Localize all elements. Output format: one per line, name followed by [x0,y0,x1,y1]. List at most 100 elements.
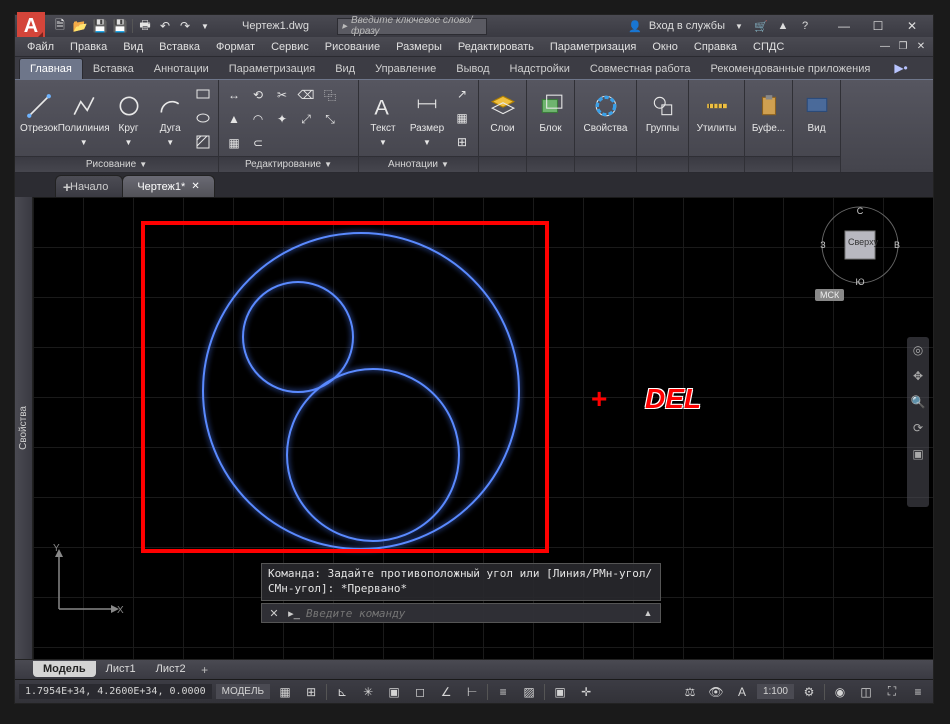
hatch-icon[interactable] [192,131,214,153]
coordinates-readout[interactable]: 1.7954E+34, 4.2600E+34, 0.0000 [19,684,212,699]
dynamic-input-icon[interactable]: ✛ [575,682,597,702]
menu-draw[interactable]: Рисование [319,39,386,55]
transparency-icon[interactable]: ▨ [518,682,540,702]
ribbon-tab-addins[interactable]: Надстройки [500,59,580,79]
menu-service[interactable]: Сервис [265,39,315,55]
rectangle-icon[interactable] [192,83,214,105]
leader-icon[interactable]: ↗ [451,83,473,105]
signin-link[interactable]: Вход в службы [649,20,725,32]
isodraft-icon[interactable]: ▣ [383,682,405,702]
ribbon-tab-manage[interactable]: Управление [365,59,446,79]
ribbon-tab-home[interactable]: Главная [19,58,83,79]
cmd-menu-icon[interactable]: ▲ [640,605,656,621]
annotation-scale-icon[interactable]: ⚖ [679,682,701,702]
grid-toggle-icon[interactable]: ▦ [274,682,296,702]
menu-file[interactable]: Файл [21,39,60,55]
search-input[interactable]: ▸Введите ключевое слово/фразу [337,18,487,35]
signin-dropdown-icon[interactable]: ▼ [731,18,747,34]
fillet-icon[interactable]: ◠ [247,108,269,130]
wcs-label[interactable]: МСК [815,289,844,301]
ribbon-tab-view[interactable]: Вид [325,59,365,79]
close-button[interactable]: ✕ [895,15,929,37]
copy-icon[interactable]: ⿻ [319,84,341,106]
move-icon[interactable]: ↔ [223,84,245,106]
selection-cycling-icon[interactable]: ▣ [549,682,571,702]
mtext-icon[interactable]: ⊞ [451,131,473,153]
stretch-icon[interactable]: ⤢ [295,108,317,130]
cmd-close-icon[interactable]: ✕ [266,605,282,621]
help-icon[interactable]: ? [797,18,813,34]
menu-spds[interactable]: СПДС [747,39,790,55]
maximize-button[interactable]: ☐ [861,15,895,37]
menu-format[interactable]: Формат [210,39,261,55]
utilities-button[interactable]: Утилиты [693,87,740,149]
qat-saveas-icon[interactable]: 💾 [111,17,129,35]
properties-palette-tab[interactable]: Свойства [15,197,33,659]
nav-showmotion-icon[interactable]: ▣ [909,445,927,463]
autodesk-icon[interactable]: ▲ [775,18,791,34]
ribbon-tab-collaborate[interactable]: Совместная работа [580,59,701,79]
qat-dropdown-icon[interactable]: ▼ [196,17,214,35]
doc-tab-drawing1[interactable]: Чертеж1*✕ [122,175,214,197]
groups-button[interactable]: Группы [641,87,684,149]
line-button[interactable]: Отрезок [19,87,59,149]
hardware-accel-icon[interactable]: ◉ [829,682,851,702]
command-input[interactable] [306,607,636,620]
ribbon-help-icon[interactable]: ▶• [886,57,915,79]
cart-icon[interactable]: 🛒 [753,18,769,34]
nav-wheel-icon[interactable]: ◎ [909,341,927,359]
menu-insert[interactable]: Вставка [153,39,206,55]
autoscale-icon[interactable]: A [731,682,753,702]
menu-param[interactable]: Параметризация [544,39,642,55]
offset-icon[interactable]: ⊂ [247,132,269,154]
qat-new-icon[interactable]: 🗎 [51,17,69,35]
text-button[interactable]: A Текст▼ [363,87,403,149]
qat-redo-icon[interactable]: ↷ [176,17,194,35]
drawing-canvas[interactable]: + DEL Y X С Ю В З Сверху МСК ◎ ✥ 🔍 ⟳ ▣ К… [33,197,933,659]
isolate-objects-icon[interactable]: ◫ [855,682,877,702]
properties-button[interactable]: Свойства [579,87,632,149]
ribbon-tab-insert[interactable]: Вставка [83,59,144,79]
customize-status-icon[interactable]: ≡ [907,682,929,702]
snap-toggle-icon[interactable]: ⊞ [300,682,322,702]
layout2-tab[interactable]: Лист2 [146,661,196,677]
array-icon[interactable]: ▦ [223,132,245,154]
nav-pan-icon[interactable]: ✥ [909,367,927,385]
model-tab[interactable]: Модель [33,661,96,677]
annotation-visibility-icon[interactable]: 👁 [705,682,727,702]
command-line[interactable]: ✕ ▸_ ▲ [261,603,661,623]
close-tab-icon[interactable]: ✕ [191,181,199,192]
trim-icon[interactable]: ✂ [271,84,293,106]
menu-dim[interactable]: Размеры [390,39,448,55]
explode-icon[interactable]: ✦ [271,108,293,130]
menu-help[interactable]: Справка [688,39,743,55]
qat-plot-icon[interactable]: 🖶 [136,17,154,35]
menu-view[interactable]: Вид [117,39,149,55]
clean-screen-icon[interactable]: ⛶ [881,682,903,702]
qat-open-icon[interactable]: 📂 [71,17,89,35]
menu-modify[interactable]: Редактировать [452,39,540,55]
scale-icon[interactable]: ⤡ [319,108,341,130]
block-button[interactable]: Блок [531,87,570,149]
doc-close-button[interactable]: ✕ [913,40,929,54]
layout1-tab[interactable]: Лист1 [96,661,146,677]
doc-minimize-button[interactable]: — [877,40,893,54]
polar-toggle-icon[interactable]: ✳ [357,682,379,702]
new-tab-button[interactable]: + [55,177,79,197]
doc-restore-button[interactable]: ❐ [895,40,911,54]
minimize-button[interactable]: — [827,15,861,37]
lineweight-icon[interactable]: ≡ [492,682,514,702]
polyline-button[interactable]: Полилиния▼ [61,87,107,149]
clipboard-button[interactable]: Буфе... [749,87,788,149]
rotate-icon[interactable]: ⟲ [247,84,269,106]
osnap-toggle-icon[interactable]: ◻ [409,682,431,702]
ribbon-tab-featured[interactable]: Рекомендованные приложения [701,59,881,79]
3dosnap-icon[interactable]: ∠ [435,682,457,702]
ribbon-tab-annotate[interactable]: Аннотации [144,59,219,79]
viewcube-top-label[interactable]: Сверху [848,237,878,247]
scale-button[interactable]: 1:100 [757,684,794,699]
viewcube[interactable]: С Ю В З Сверху МСК [815,205,905,295]
nav-zoom-icon[interactable]: 🔍 [909,393,927,411]
model-space-button[interactable]: МОДЕЛЬ [216,684,270,699]
ortho-toggle-icon[interactable]: ⊾ [331,682,353,702]
